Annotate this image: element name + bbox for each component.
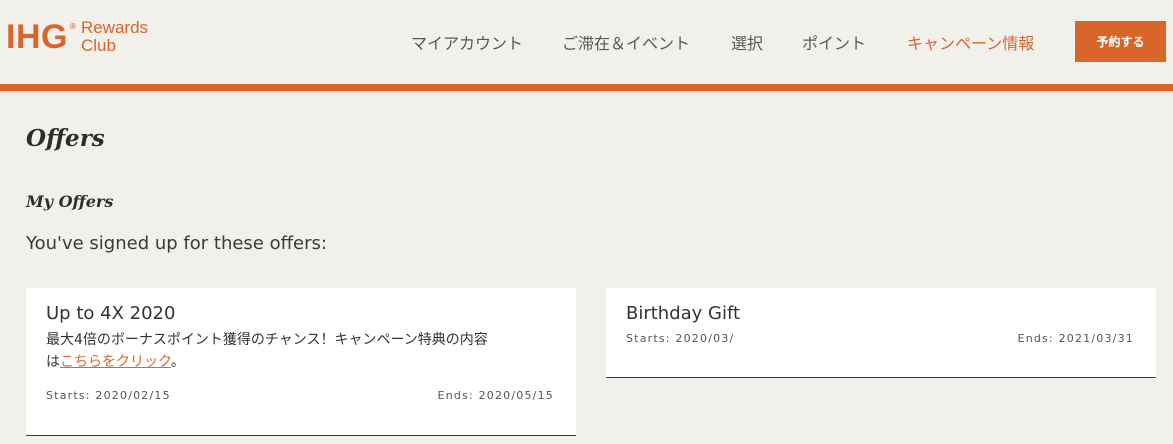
offer-title: Up to 4X 2020 (46, 303, 176, 324)
logo-text-line2: Club (80, 36, 116, 55)
ihg-rewards-club-logo[interactable]: IHG ® Rewards Club (6, 17, 148, 57)
header-accent-rule (0, 84, 1173, 91)
offer-start-date: Starts: 2020/02/15 (46, 389, 171, 402)
offer-end-date: Ends: 2021/03/31 (1017, 332, 1134, 345)
offer-start-date: Starts: 2020/03/ (626, 332, 735, 345)
offer-description-line1: 最大4倍のボーナスポイント獲得のチャンス！キャンペーン特典の内容 (46, 332, 488, 348)
nav-item-campaigns[interactable]: キャンペーン情報 (907, 30, 1034, 54)
nav-item-points[interactable]: ポイント (802, 30, 866, 54)
offer-description-prefix: は (46, 354, 60, 370)
offer-card-birthday-gift[interactable]: Birthday Gift Starts: 2020/03/ Ends: 202… (606, 288, 1156, 378)
logo-text: Rewards Club (81, 19, 148, 55)
offer-description-suffix: 。 (170, 354, 185, 370)
section-title-my-offers: My Offers (26, 192, 114, 211)
header-shadow (0, 91, 1173, 95)
logo-brand: IHG (6, 18, 68, 56)
offer-end-date: Ends: 2020/05/15 (437, 389, 554, 402)
offers-intro-text: You've signed up for these offers: (26, 233, 327, 254)
page-title: Offers (26, 125, 105, 152)
offer-title: Birthday Gift (626, 303, 741, 324)
site-header: IHG ® Rewards Club マイアカウント ご滞在＆イベント 選択 ポ… (0, 0, 1173, 85)
nav-item-my-account[interactable]: マイアカウント (411, 30, 523, 54)
offer-details-link[interactable]: こちらをクリック (60, 354, 171, 370)
offer-card-up-to-4x[interactable]: Up to 4X 2020 最大4倍のボーナスポイント獲得のチャンス！キャンペー… (26, 288, 576, 436)
offer-description: 最大4倍のボーナスポイント獲得のチャンス！キャンペーン特典の内容 はこちらをクリッ… (46, 329, 566, 373)
nav-item-select[interactable]: 選択 (731, 30, 763, 54)
book-button[interactable]: 予約する (1075, 21, 1166, 62)
nav-item-stays-events[interactable]: ご滞在＆イベント (562, 30, 690, 54)
logo-registered-mark: ® (68, 22, 77, 31)
logo-text-line1: Rewards (80, 18, 149, 37)
